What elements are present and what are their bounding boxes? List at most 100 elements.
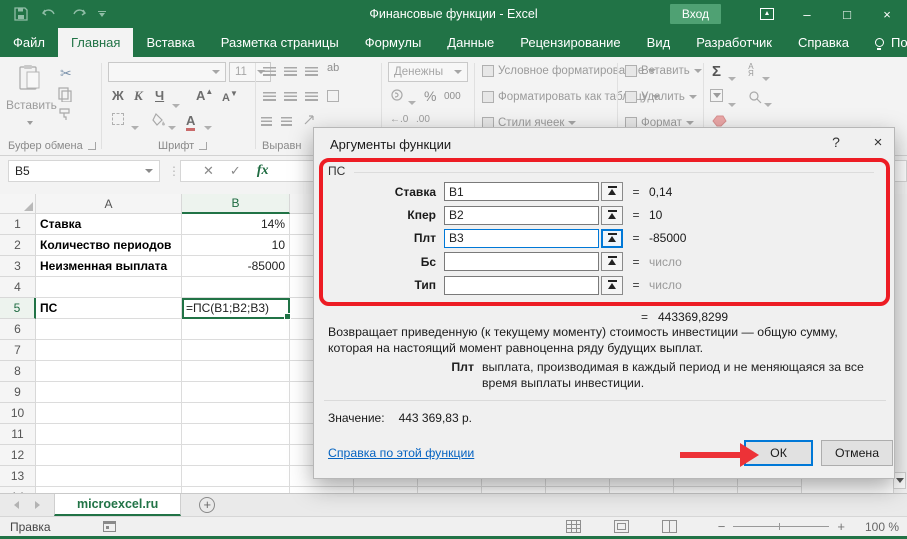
align-middle-icon[interactable] [284, 65, 297, 79]
cell-B2[interactable]: 10 [182, 235, 290, 256]
font-color-dropdown-icon[interactable] [204, 119, 212, 133]
dialog-close-icon[interactable]: × [864, 134, 892, 154]
ribbon-tab-рецензирование[interactable]: Рецензирование [507, 28, 633, 57]
format-painter-icon[interactable] [58, 107, 72, 124]
cell-A10[interactable] [36, 403, 182, 424]
accounting-format-icon[interactable] [390, 88, 406, 105]
row-header-1[interactable]: 1 [0, 214, 36, 235]
bold-button[interactable]: Ж [112, 88, 124, 103]
argument-input-Бс[interactable] [444, 252, 599, 271]
cancel-button[interactable]: Отмена [821, 440, 893, 466]
cell-A7[interactable] [36, 340, 182, 361]
argument-input-Ставка[interactable]: B1 [444, 182, 599, 201]
cell-B5[interactable]: =ПС(B1;B2;B3) [182, 298, 290, 319]
row-header-9[interactable]: 9 [0, 382, 36, 403]
align-center-icon[interactable] [284, 90, 297, 104]
cell-A9[interactable] [36, 382, 182, 403]
accounting-dropdown-icon[interactable] [408, 94, 416, 108]
cancel-entry-icon[interactable]: ✕ [203, 163, 214, 179]
argument-input-Плт[interactable]: B3 [444, 229, 599, 248]
merge-center-icon[interactable] [327, 90, 339, 105]
underline-dropdown-icon[interactable] [172, 97, 180, 111]
cell-A5[interactable]: ПС [36, 298, 182, 319]
confirm-entry-icon[interactable]: ✓ [230, 163, 241, 179]
find-dropdown-icon[interactable] [764, 96, 772, 110]
row-header-12[interactable]: 12 [0, 445, 36, 466]
collapse-dialog-button[interactable] [601, 206, 623, 225]
sign-in-button[interactable]: Вход [670, 4, 721, 24]
next-sheet-icon[interactable] [35, 501, 40, 509]
cell-B10[interactable] [182, 403, 290, 424]
row-header-3[interactable]: 3 [0, 256, 36, 277]
fill-down-icon[interactable] [710, 89, 723, 102]
insert-cells-button[interactable]: Вставить [625, 65, 702, 77]
ribbon-tab-данные[interactable]: Данные [434, 28, 507, 57]
page-break-view-icon[interactable] [662, 520, 677, 533]
ribbon-tab-формулы[interactable]: Формулы [352, 28, 435, 57]
cell-B7[interactable] [182, 340, 290, 361]
argument-input-Тип[interactable] [444, 276, 599, 295]
shrink-font-button[interactable]: А▼ [222, 89, 238, 104]
dialog-launcher-icon[interactable] [88, 142, 96, 150]
collapse-dialog-button[interactable] [601, 182, 623, 201]
ribbon-display-options-icon[interactable] [747, 0, 787, 28]
redo-icon[interactable] [70, 7, 84, 21]
save-icon[interactable] [14, 7, 28, 21]
dialog-help-icon[interactable]: ? [822, 134, 850, 154]
ribbon-tab-вид[interactable]: Вид [634, 28, 684, 57]
dialog-launcher-icon[interactable] [199, 142, 207, 150]
cell-A3[interactable]: Неизменная выплата [36, 256, 182, 277]
italic-button[interactable]: К [134, 88, 143, 104]
minimize-button[interactable]: – [787, 0, 827, 28]
collapse-dialog-button[interactable] [601, 276, 623, 295]
align-top-icon[interactable] [263, 65, 276, 79]
find-select-icon[interactable] [748, 90, 762, 107]
row-header-11[interactable]: 11 [0, 424, 36, 445]
row-header-8[interactable]: 8 [0, 361, 36, 382]
align-right-icon[interactable] [305, 90, 318, 104]
page-layout-view-icon[interactable] [614, 520, 629, 533]
zoom-in-icon[interactable]: + [829, 519, 853, 534]
ribbon-tab-главная[interactable]: Главная [58, 28, 133, 57]
vertical-scrollbar[interactable] [893, 194, 907, 493]
cell-B11[interactable] [182, 424, 290, 445]
fill-color-icon[interactable] [152, 113, 166, 129]
autosum-dropdown-icon[interactable] [728, 70, 736, 84]
close-button[interactable]: × [867, 0, 907, 28]
cell-A12[interactable] [36, 445, 182, 466]
ribbon-tab-вставка[interactable]: Вставка [133, 28, 207, 57]
row-header-2[interactable]: 2 [0, 235, 36, 256]
column-header-A[interactable]: A [36, 194, 182, 214]
cell-B8[interactable] [182, 361, 290, 382]
paste-button[interactable]: Вставить [6, 62, 54, 138]
row-header-4[interactable]: 4 [0, 277, 36, 298]
decrease-indent-icon[interactable] [261, 115, 272, 129]
select-all-corner[interactable] [0, 194, 36, 214]
align-bottom-icon[interactable] [305, 65, 318, 79]
cell-B13[interactable] [182, 466, 290, 487]
maximize-button[interactable]: □ [827, 0, 867, 28]
collapse-dialog-button[interactable] [601, 229, 623, 248]
cell-A11[interactable] [36, 424, 182, 445]
row-header-7[interactable]: 7 [0, 340, 36, 361]
cell-B3[interactable]: -85000 [182, 256, 290, 277]
increase-indent-icon[interactable] [281, 115, 292, 129]
cell-B1[interactable]: 14% [182, 214, 290, 235]
cell-A1[interactable]: Ставка [36, 214, 182, 235]
row-header-10[interactable]: 10 [0, 403, 36, 424]
ribbon-tab-справка[interactable]: Справка [785, 28, 862, 57]
insert-function-icon[interactable]: fx [257, 163, 269, 179]
argument-input-Кпер[interactable]: B2 [444, 206, 599, 225]
cell-A6[interactable] [36, 319, 182, 340]
borders-dropdown-icon[interactable] [131, 119, 139, 133]
cell-A8[interactable] [36, 361, 182, 382]
prev-sheet-icon[interactable] [14, 501, 19, 509]
grow-font-button[interactable]: А▲ [196, 87, 213, 103]
font-name-dropdown[interactable] [108, 62, 226, 82]
ribbon-tab-разработчик[interactable]: Разработчик [683, 28, 785, 57]
macro-record-icon[interactable] [103, 521, 116, 532]
decrease-decimal-icon[interactable]: .00 [416, 114, 430, 125]
ribbon-tab-помощн[interactable]: Помощн [862, 28, 907, 57]
cut-icon[interactable]: ✂ [60, 65, 72, 82]
increase-decimal-icon[interactable]: ←.0 [390, 114, 408, 125]
